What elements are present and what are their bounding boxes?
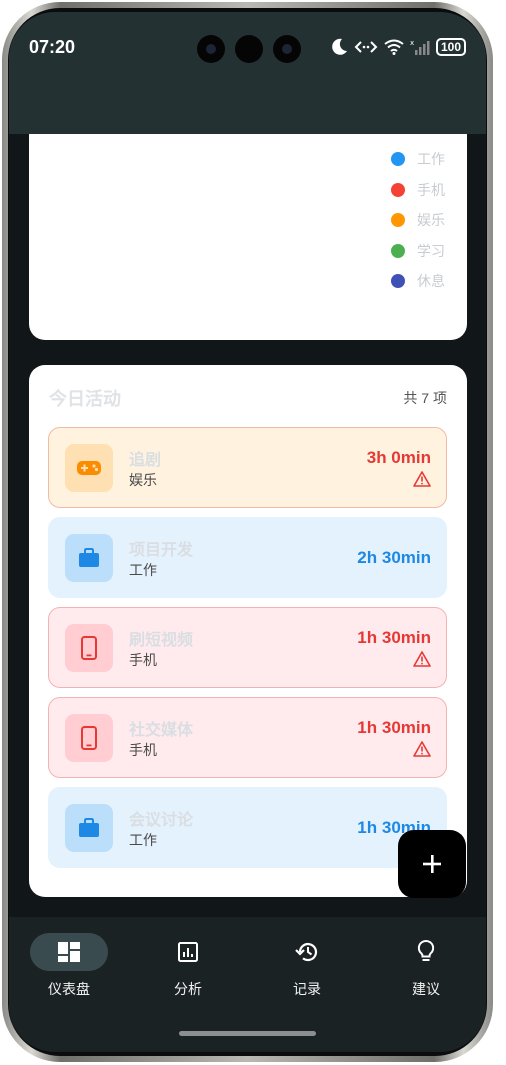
warning-icon xyxy=(413,651,431,667)
dashboard-icon xyxy=(58,942,80,962)
nav-indicator xyxy=(268,933,346,971)
legend-label: 娱乐 xyxy=(417,212,445,229)
nav-label: 仪表盘 xyxy=(48,981,90,997)
activity-duration: 1h 30min xyxy=(357,628,431,647)
nav-indicator xyxy=(30,933,108,971)
item-icon-box xyxy=(65,804,113,852)
activity-category: 工作 xyxy=(129,832,157,848)
chart-card: 工作 手机 娱乐 学习 休息 xyxy=(29,134,467,340)
legend-item: 娱乐 xyxy=(391,205,447,236)
activity-count: 共 7 项 xyxy=(403,390,447,406)
moon-icon xyxy=(332,38,347,55)
legend-label: 休息 xyxy=(417,273,445,290)
activity-duration: 2h 30min xyxy=(357,548,431,567)
activity-name: 追剧 xyxy=(129,452,162,469)
activity-item[interactable]: 社交媒体 手机 1h 30min xyxy=(48,697,447,778)
activity-category: 工作 xyxy=(129,562,157,578)
legend-dot xyxy=(391,213,405,228)
legend-item: 休息 xyxy=(391,266,447,297)
activity-duration: 3h 0min xyxy=(366,448,431,467)
legend-label: 工作 xyxy=(417,151,445,168)
briefcase-icon xyxy=(79,548,99,567)
legend-dot xyxy=(391,274,405,289)
wifi-icon xyxy=(384,39,404,55)
status-bar: 07:20 x 100 xyxy=(9,12,486,134)
activity-title: 今日活动 xyxy=(49,389,121,409)
legend-dot xyxy=(391,152,405,167)
item-icon-box xyxy=(65,534,113,582)
nav-item-analysis[interactable]: 分析 xyxy=(143,933,233,1003)
camera-icon xyxy=(197,35,225,63)
activity-name: 会议讨论 xyxy=(129,812,194,829)
activity-item[interactable]: 会议讨论 工作 1h 30min xyxy=(48,787,447,868)
item-icon-box xyxy=(65,444,113,492)
data-transfer-icon xyxy=(354,41,378,53)
gamepad-icon xyxy=(77,461,101,475)
battery-icon: 100 xyxy=(435,38,466,56)
add-activity-button[interactable] xyxy=(398,830,466,898)
warning-icon xyxy=(413,471,431,487)
phone-icon xyxy=(81,636,97,660)
warning-icon xyxy=(413,741,431,757)
legend-item: 学习 xyxy=(391,236,447,267)
activity-name: 社交媒体 xyxy=(129,722,194,739)
activity-duration: 1h 30min xyxy=(357,718,431,737)
activity-card: 今日活动 共 7 项 追剧 娱乐 3h 0min 项目开发 工作 2h 30mi… xyxy=(29,365,467,897)
nav-label: 建议 xyxy=(412,981,440,997)
chart-legend: 工作 手机 娱乐 学习 休息 xyxy=(391,144,447,297)
activity-category: 娱乐 xyxy=(129,472,157,488)
nav-item-suggestions[interactable]: 建议 xyxy=(381,933,471,1003)
nav-label: 分析 xyxy=(174,981,202,997)
activity-item[interactable]: 追剧 娱乐 3h 0min xyxy=(48,427,447,508)
briefcase-icon xyxy=(79,818,99,837)
legend-label: 手机 xyxy=(417,181,445,198)
activity-name: 刷短视频 xyxy=(129,632,194,649)
plus-icon xyxy=(423,855,441,873)
legend-label: 学习 xyxy=(417,242,445,259)
nav-indicator xyxy=(387,933,465,971)
activity-header: 今日活动 共 7 项 xyxy=(49,385,447,411)
svg-text:x: x xyxy=(410,39,414,47)
nav-item-history[interactable]: 记录 xyxy=(262,933,352,1003)
camera-icon xyxy=(273,35,301,63)
nav-item-dashboard[interactable]: 仪表盘 xyxy=(24,933,114,1003)
nav-label: 记录 xyxy=(293,981,321,997)
chart-icon xyxy=(178,942,198,962)
activity-name: 项目开发 xyxy=(129,542,194,559)
activity-item[interactable]: 项目开发 工作 2h 30min xyxy=(48,517,447,598)
bottom-navigation: 仪表盘 分析 记录 建议 xyxy=(9,917,486,1052)
item-icon-box xyxy=(65,714,113,762)
nav-indicator xyxy=(149,933,227,971)
camera-icon xyxy=(235,35,263,63)
legend-item: 工作 xyxy=(391,144,447,175)
activity-category: 手机 xyxy=(129,742,157,758)
item-icon-box xyxy=(65,624,113,672)
phone-icon xyxy=(81,726,97,750)
screen: 07:20 x 100 工作 手机 娱乐 学习 休息 今日活动 共 7 项 追剧… xyxy=(9,12,486,1052)
scroll-content[interactable]: 工作 手机 娱乐 学习 休息 今日活动 共 7 项 追剧 娱乐 3h 0min … xyxy=(9,134,486,914)
activity-category: 手机 xyxy=(129,652,157,668)
signal-icon: x xyxy=(410,39,430,55)
lightbulb-icon xyxy=(417,939,435,961)
activity-item[interactable]: 刷短视频 手机 1h 30min xyxy=(48,607,447,688)
home-indicator[interactable] xyxy=(179,1031,316,1036)
legend-dot xyxy=(391,182,405,197)
legend-dot xyxy=(391,243,405,258)
status-icons: x 100 xyxy=(332,38,466,56)
legend-item: 手机 xyxy=(391,175,447,206)
history-icon xyxy=(295,943,318,962)
status-time: 07:20 xyxy=(29,37,76,57)
